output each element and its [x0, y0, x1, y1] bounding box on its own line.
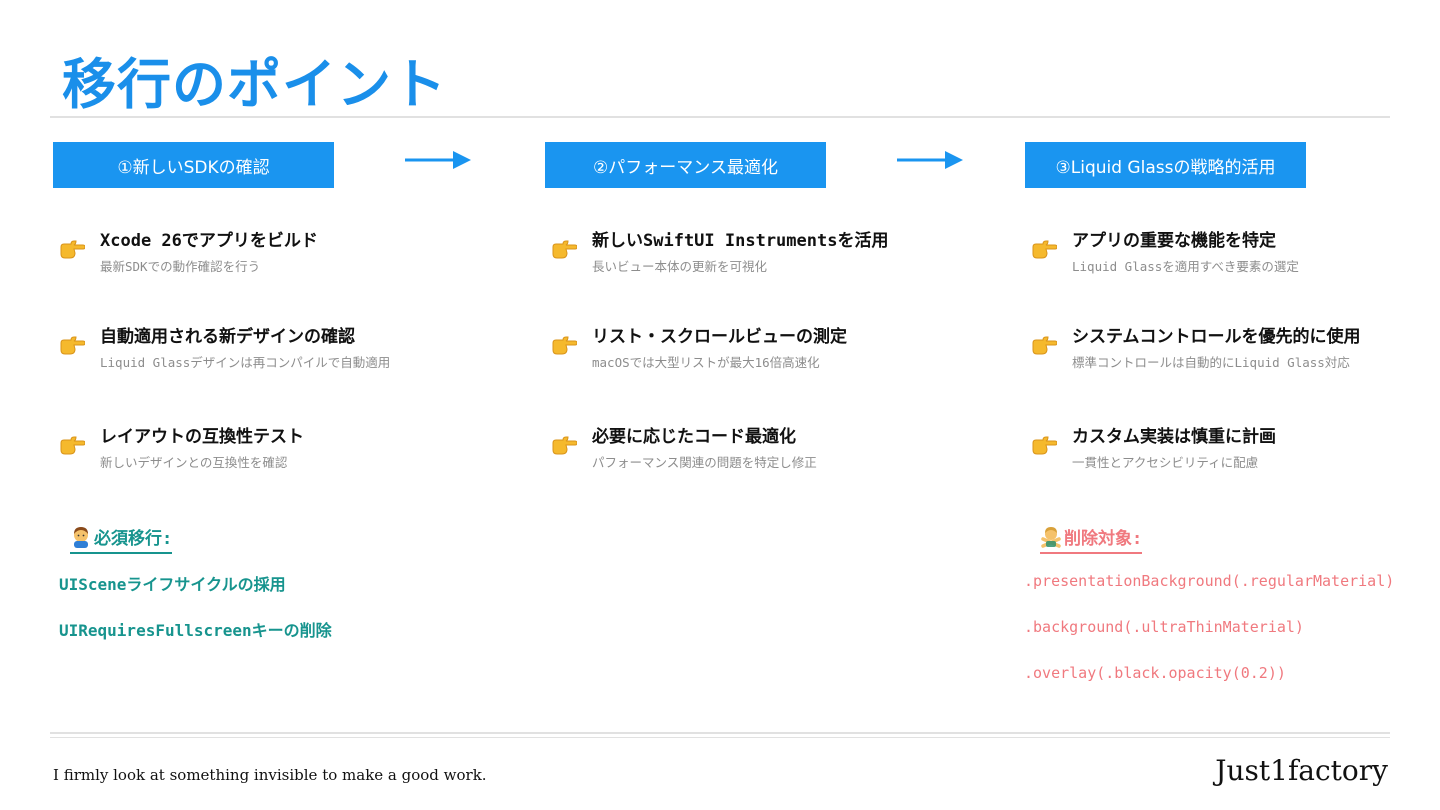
item-title: リスト・スクロールビューの測定 — [592, 327, 847, 347]
item-subtitle: パフォーマンス関連の問題を特定し修正 — [592, 455, 817, 470]
pointing-hand-icon — [60, 240, 85, 259]
pointing-hand-icon — [60, 336, 85, 355]
item-title: アプリの重要な機能を特定 — [1072, 231, 1276, 251]
footer-divider — [50, 732, 1390, 734]
step-2-box: ②パフォーマンス最適化 — [545, 142, 826, 188]
removal-target-item: .presentationBackground(.regularMaterial… — [1024, 572, 1395, 590]
step-column-2: ②パフォーマンス最適化 新しいSwiftUI Instrumentsを活用 長い… — [545, 142, 945, 470]
footer-divider — [50, 737, 1390, 738]
item-subtitle: 新しいデザインとの互換性を確認 — [100, 455, 288, 470]
list-item: リスト・スクロールビューの測定 macOSでは大型リストが最大16倍高速化 — [545, 322, 965, 372]
item-title: 自動適用される新デザインの確認 — [100, 327, 355, 347]
list-item: システムコントロールを優先的に使用 標準コントロールは自動的にLiquid Gl… — [1025, 322, 1440, 372]
pointing-hand-icon — [60, 436, 85, 455]
removal-targets-label: 削除対象: — [1064, 529, 1143, 549]
brand-logo: Just1factory — [1215, 754, 1388, 787]
item-title: カスタム実装は慎重に計画 — [1072, 427, 1276, 447]
removal-target-item: .background(.ultraThinMaterial) — [1024, 618, 1304, 636]
list-item: Xcode 26でアプリをビルド 最新SDKでの動作確認を行う — [53, 226, 473, 276]
list-item: 新しいSwiftUI Instrumentsを活用 長いビュー本体の更新を可視化 — [545, 226, 965, 276]
required-migration-item: UISceneライフサイクルの採用 — [59, 575, 286, 594]
list-item: レイアウトの互換性テスト 新しいデザインとの互換性を確認 — [53, 422, 473, 472]
required-migration-item: UIRequiresFullscreenキーの削除 — [59, 621, 332, 640]
step-column-3: ③Liquid Glassの戦略的活用 アプリの重要な機能を特定 Liquid … — [1025, 142, 1425, 470]
item-subtitle: 長いビュー本体の更新を可視化 — [592, 259, 768, 274]
item-title: 必要に応じたコード最適化 — [592, 427, 796, 447]
step-column-1: ①新しいSDKの確認 Xcode 26でアプリをビルド 最新SDKでの動作確認を… — [53, 142, 453, 470]
title-divider — [50, 116, 1390, 118]
item-title: 新しいSwiftUI Instrumentsを活用 — [592, 231, 889, 251]
removal-target-item: .overlay(.black.opacity(0.2)) — [1024, 664, 1286, 682]
required-migration-label: 必須移行: — [94, 529, 173, 549]
page-title: 移行のポイント — [62, 53, 447, 116]
pointing-hand-icon — [552, 336, 577, 355]
footer-tagline: I firmly look at something invisible to … — [53, 766, 487, 784]
step-3-box: ③Liquid Glassの戦略的活用 — [1025, 142, 1306, 188]
item-subtitle: Liquid Glassデザインは再コンパイルで自動適用 — [100, 355, 391, 370]
list-item: 必要に応じたコード最適化 パフォーマンス関連の問題を特定し修正 — [545, 422, 965, 472]
item-subtitle: 最新SDKでの動作確認を行う — [100, 259, 261, 274]
pointing-hand-icon — [1032, 240, 1057, 259]
step-1-box: ①新しいSDKの確認 — [53, 142, 334, 188]
item-subtitle: 一貫性とアクセシビリティに配慮 — [1072, 455, 1259, 470]
item-subtitle: Liquid Glassを適用すべき要素の選定 — [1072, 259, 1299, 274]
removal-targets-heading: 削除対象: — [1040, 524, 1143, 554]
person-gesturing-no-icon — [1041, 527, 1061, 548]
pointing-hand-icon — [1032, 436, 1057, 455]
item-subtitle: macOSでは大型リストが最大16倍高速化 — [592, 355, 820, 370]
item-title: システムコントロールを優先的に使用 — [1072, 327, 1361, 347]
pointing-hand-icon — [1032, 336, 1057, 355]
required-migration-heading: 必須移行: — [70, 524, 173, 554]
pointing-hand-icon — [552, 436, 577, 455]
person-gesturing-ok-icon — [74, 527, 88, 548]
list-item: アプリの重要な機能を特定 Liquid Glassを適用すべき要素の選定 — [1025, 226, 1440, 276]
list-item: カスタム実装は慎重に計画 一貫性とアクセシビリティに配慮 — [1025, 422, 1440, 472]
item-title: レイアウトの互換性テスト — [100, 427, 304, 447]
list-item: 自動適用される新デザインの確認 Liquid Glassデザインは再コンパイルで… — [53, 322, 473, 372]
item-title: Xcode 26でアプリをビルド — [100, 231, 318, 251]
pointing-hand-icon — [552, 240, 577, 259]
item-subtitle: 標準コントロールは自動的にLiquid Glass対応 — [1072, 355, 1350, 370]
